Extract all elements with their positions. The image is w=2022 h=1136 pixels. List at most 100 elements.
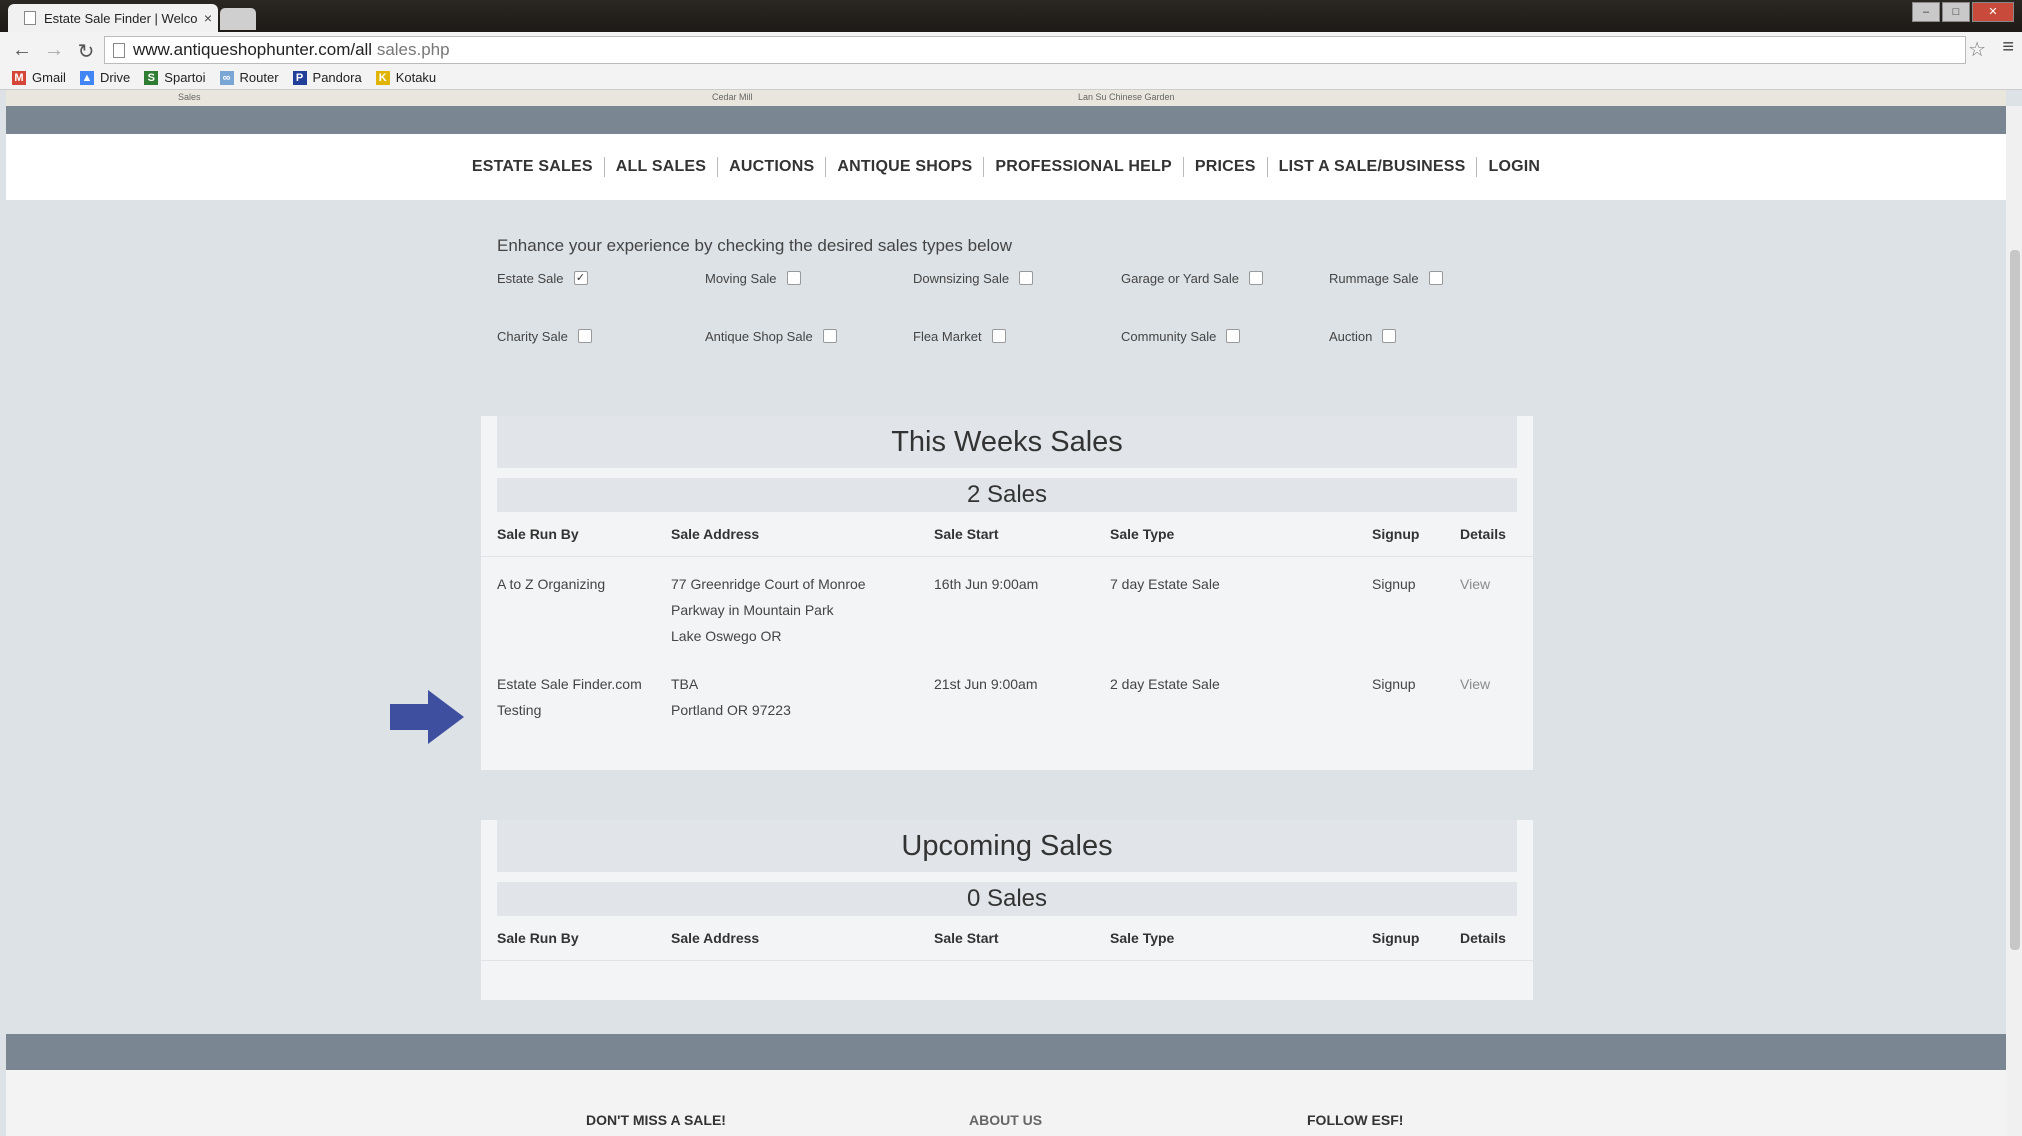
- filter-label: Rummage Sale: [1329, 270, 1419, 286]
- filter-checkbox[interactable]: [991, 329, 1006, 343]
- table-header: Sale Run By Sale Address Sale Start Sale…: [481, 920, 1533, 961]
- nav-login[interactable]: LOGIN: [1476, 157, 1551, 177]
- bookmark-pandora[interactable]: P Pandora: [292, 70, 362, 85]
- col-details: Details: [1460, 930, 1506, 946]
- sales-count: 2 Sales: [497, 478, 1517, 512]
- footer-about-us[interactable]: ABOUT US: [969, 1112, 1042, 1128]
- browser-titlebar: [0, 0, 2022, 32]
- kotaku-icon: K: [375, 70, 390, 85]
- filter-option[interactable]: Moving Sale: [705, 266, 913, 290]
- filter-option[interactable]: Estate Sale ✓: [497, 266, 705, 290]
- view-link[interactable]: View: [1460, 571, 1490, 597]
- filter-option[interactable]: Antique Shop Sale: [705, 324, 913, 348]
- gmail-icon: M: [12, 70, 26, 85]
- browser-tab[interactable]: Estate Sale Finder | Welcor ×: [8, 4, 218, 32]
- page-icon: [24, 11, 36, 25]
- view-link[interactable]: View: [1460, 671, 1490, 697]
- filter-option[interactable]: Auction: [1329, 324, 1537, 348]
- footer-bar: [6, 1034, 2006, 1070]
- maximize-icon[interactable]: □: [1942, 2, 1970, 22]
- minimize-icon[interactable]: –: [1912, 2, 1940, 22]
- tab-title: Estate Sale Finder | Welcor: [44, 10, 198, 26]
- col-sale-address: Sale Address: [671, 930, 760, 946]
- filter-label: Downsizing Sale: [913, 270, 1010, 286]
- filter-option[interactable]: Rummage Sale: [1329, 266, 1537, 290]
- nav-antique-shops[interactable]: ANTIQUE SHOPS: [825, 157, 983, 177]
- filter-option[interactable]: Charity Sale: [497, 324, 705, 348]
- pandora-icon: P: [292, 70, 307, 85]
- filter-label: Garage or Yard Sale: [1121, 270, 1240, 286]
- filter-label: Charity Sale: [497, 328, 568, 344]
- filter-checkbox[interactable]: [577, 329, 592, 343]
- footer: DON'T MISS A SALE! ABOUT US FOLLOW ESF!: [6, 1070, 2006, 1136]
- nav-all-sales[interactable]: ALL SALES: [603, 157, 717, 177]
- nav-list-sale[interactable]: LIST A SALE/BUSINESS: [1266, 157, 1477, 177]
- scrollbar-thumb[interactable]: [2010, 250, 2020, 950]
- map-label: Sales: [178, 92, 201, 102]
- sale-run-by: A to Z Organizing: [497, 576, 606, 592]
- menu-icon[interactable]: ≡: [2002, 36, 2014, 59]
- filter-checkbox[interactable]: [822, 329, 837, 343]
- bookmark-drive[interactable]: ▲ Drive: [79, 70, 130, 85]
- back-icon[interactable]: ←: [10, 39, 34, 62]
- filter-label: Flea Market: [913, 328, 982, 344]
- new-tab-button[interactable]: [220, 8, 256, 30]
- nav-professional-help[interactable]: PROFESSIONAL HELP: [983, 157, 1182, 177]
- filter-option[interactable]: Garage or Yard Sale: [1121, 266, 1329, 290]
- filter-checkbox[interactable]: [1226, 329, 1241, 343]
- filter-grid: Estate Sale ✓ Moving Sale Downsizing Sale Ga…: [497, 266, 1537, 348]
- filter-label: Estate Sale: [497, 270, 564, 286]
- panel-title: Upcoming Sales: [497, 820, 1517, 872]
- filter-checkbox[interactable]: [1249, 271, 1264, 285]
- sale-start: 21st Jun 9:00am: [934, 676, 1038, 692]
- filter-checkbox[interactable]: ✓: [573, 271, 588, 285]
- nav-auctions[interactable]: AUCTIONS: [717, 157, 825, 177]
- col-sale-start: Sale Start: [934, 930, 999, 946]
- close-icon[interactable]: ×: [198, 10, 218, 26]
- bookmark-kotaku[interactable]: K Kotaku: [375, 70, 436, 85]
- sale-start: 16th Jun 9:00am: [934, 576, 1039, 592]
- spartoi-icon: S: [144, 70, 159, 85]
- filter-checkbox[interactable]: [1019, 271, 1034, 285]
- arrow-right-icon: [390, 690, 464, 744]
- window-close-icon[interactable]: ✕: [1972, 2, 2014, 22]
- nav-estate-sales[interactable]: ESTATE SALES: [461, 157, 604, 177]
- filter-checkbox[interactable]: [1428, 271, 1443, 285]
- filter-label: Community Sale: [1121, 328, 1217, 344]
- drive-icon: ▲: [79, 70, 94, 85]
- filter-option[interactable]: Flea Market: [913, 324, 1121, 348]
- sale-type: 2 day Estate Sale: [1110, 676, 1220, 692]
- bookmark-router[interactable]: ∞ Router: [219, 70, 279, 85]
- sale-address: 77 Greenridge Court of Monroe Parkway in…: [671, 576, 866, 644]
- table-row: Estate Sale Finder.com Testing TBA Portl…: [481, 671, 1533, 731]
- bookmark-gmail[interactable]: M Gmail: [12, 70, 66, 85]
- filter-checkbox[interactable]: [786, 271, 801, 285]
- this-weeks-sales-panel: This Weeks Sales 2 Sales Sale Run By Sal…: [481, 416, 1533, 770]
- forward-icon[interactable]: →: [42, 39, 66, 62]
- filter-label: Auction: [1329, 328, 1373, 344]
- address-bar[interactable]: www.antiqueshophunter.com/all sales.php: [104, 36, 1966, 64]
- filter-option[interactable]: Downsizing Sale: [913, 266, 1121, 290]
- window-controls: – □ ✕: [1912, 2, 2014, 22]
- bookmark-star-icon[interactable]: ☆: [1968, 37, 1986, 62]
- sale-type-filters: Enhance your experience by checking the …: [497, 236, 1537, 348]
- bookmarks-bar: M Gmail ▲ Drive S Spartoi ∞ Router P Pandora …: [0, 66, 2022, 90]
- map-strip[interactable]: Sales Cedar Mill Lan Su Chinese Garden: [6, 90, 2006, 106]
- col-sale-type: Sale Type: [1110, 526, 1175, 542]
- map-label: Lan Su Chinese Garden: [1078, 92, 1175, 102]
- sale-address: TBA Portland OR 97223: [671, 676, 791, 718]
- upcoming-sales-panel: Upcoming Sales 0 Sales Sale Run By Sale …: [481, 820, 1533, 1000]
- bookmark-spartoi[interactable]: S Spartoi: [144, 70, 206, 85]
- router-icon: ∞: [219, 70, 234, 85]
- sale-type: 7 day Estate Sale: [1110, 576, 1220, 592]
- header-bar: [6, 106, 2006, 134]
- signup-link[interactable]: Signup: [1372, 571, 1416, 597]
- filter-option[interactable]: Community Sale: [1121, 324, 1329, 348]
- nav-prices[interactable]: PRICES: [1182, 157, 1267, 177]
- url-path: sales.php: [372, 40, 450, 59]
- signup-link[interactable]: Signup: [1372, 671, 1416, 697]
- table-header: Sale Run By Sale Address Sale Start Sale…: [481, 516, 1533, 557]
- reload-icon[interactable]: ↻: [74, 39, 98, 64]
- filter-checkbox[interactable]: [1382, 329, 1397, 343]
- col-signup: Signup: [1372, 526, 1420, 542]
